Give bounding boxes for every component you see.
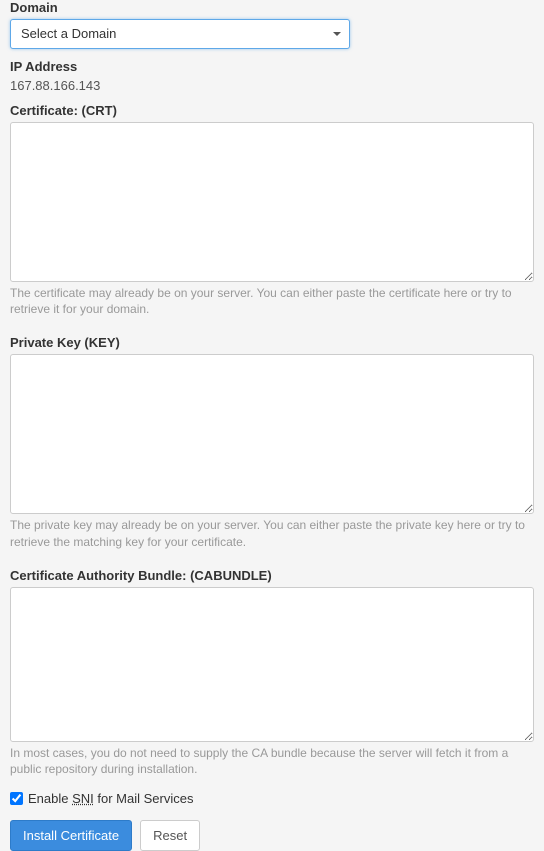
domain-label: Domain (10, 0, 534, 15)
chevron-down-icon (333, 32, 341, 36)
enable-sni-label: Enable SNI for Mail Services (28, 791, 193, 806)
certificate-label: Certificate: (CRT) (10, 103, 534, 118)
certificate-help: The certificate may already be on your s… (10, 285, 534, 317)
private-key-textarea[interactable] (10, 354, 534, 514)
sni-abbrev: SNI (72, 791, 94, 806)
domain-select-value: Select a Domain (11, 20, 349, 47)
cabundle-help: In most cases, you do not need to supply… (10, 745, 534, 777)
enable-sni-checkbox[interactable] (10, 792, 23, 805)
certificate-textarea[interactable] (10, 122, 534, 282)
ip-address-value: 167.88.166.143 (10, 78, 534, 93)
cabundle-label: Certificate Authority Bundle: (CABUNDLE) (10, 568, 534, 583)
enable-sni-prefix: Enable (28, 791, 72, 806)
domain-select[interactable]: Select a Domain (10, 19, 350, 49)
private-key-label: Private Key (KEY) (10, 335, 534, 350)
private-key-help: The private key may already be on your s… (10, 517, 534, 549)
ip-address-label: IP Address (10, 59, 534, 74)
enable-sni-suffix: for Mail Services (94, 791, 194, 806)
reset-button[interactable]: Reset (140, 820, 200, 851)
install-certificate-button[interactable]: Install Certificate (10, 820, 132, 851)
cabundle-textarea[interactable] (10, 587, 534, 742)
